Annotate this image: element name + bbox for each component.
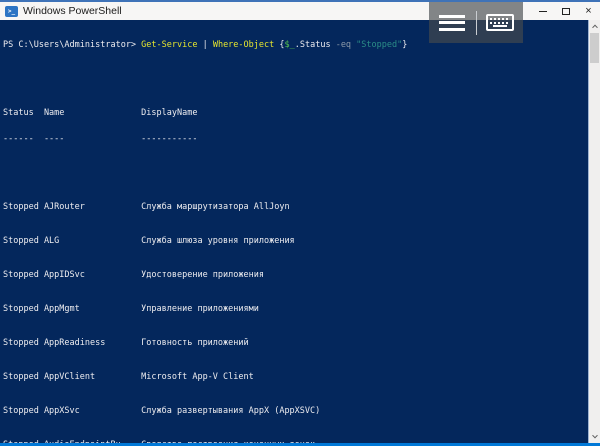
powershell-window: >_ Windows PowerShell × PS C:\Users\Admi…: [0, 0, 600, 446]
table-row: Stopped ALG Служба шлюза уровня приложен…: [3, 237, 588, 246]
table-row: Stopped AudioEndpointBu... Средство пост…: [3, 441, 588, 444]
maximize-icon: [562, 8, 570, 15]
window-title: Windows PowerShell: [23, 5, 122, 17]
minimize-button[interactable]: [531, 2, 554, 20]
row-display-name: Служба маршрутизатора AllJoyn: [141, 203, 289, 212]
row-service-name: AppXSvc: [44, 407, 141, 416]
row-status: Stopped: [3, 237, 44, 246]
close-icon: ×: [585, 6, 591, 17]
prompt: PS C:\Users\Administrator>: [3, 40, 141, 50]
table-header-underline-row: ------ ---- -----------: [3, 135, 588, 144]
table-row: Stopped AJRouter Служба маршрутизатора A…: [3, 203, 588, 212]
scroll-down-icon: [592, 433, 598, 439]
maximize-button[interactable]: [554, 2, 577, 20]
keyboard-icon: [486, 14, 514, 31]
row-service-name: AppVClient: [44, 373, 141, 382]
row-status: Stopped: [3, 407, 44, 416]
row-status: Stopped: [3, 441, 44, 444]
underline-name: ----: [44, 135, 141, 144]
console-output[interactable]: PS C:\Users\Administrator> Get-Service |…: [0, 20, 588, 443]
pipeline-variable: $_: [285, 40, 295, 50]
row-status: Stopped: [3, 271, 44, 280]
cmdlet-get-service: Get-Service: [141, 40, 197, 50]
row-service-name: AppIDSvc: [44, 271, 141, 280]
header-name: Name: [44, 109, 141, 118]
row-display-name: Удостоверение приложения: [141, 271, 264, 280]
row-status: Stopped: [3, 339, 44, 348]
table-row: Stopped AppVClient Microsoft App-V Clien…: [3, 373, 588, 382]
row-display-name: Служба развертывания AppX (AppXSVC): [141, 407, 320, 416]
row-service-name: AppMgmt: [44, 305, 141, 314]
eq-operator: -eq: [331, 40, 357, 50]
close-brace: }: [402, 40, 407, 50]
row-service-name: AJRouter: [44, 203, 141, 212]
header-displayname: DisplayName: [141, 109, 197, 118]
table-row: Stopped AppIDSvc Удостоверение приложени…: [3, 271, 588, 280]
row-display-name: Средство построения конечных точек ...: [141, 441, 335, 444]
row-display-name: Microsoft App-V Client: [141, 373, 254, 382]
service-table-body: Stopped AJRouter Служба маршрутизатора A…: [3, 169, 588, 444]
string-literal: "Stopped": [356, 40, 402, 50]
row-service-name: ALG: [44, 237, 141, 246]
table-header-row: Status Name DisplayName: [3, 109, 588, 118]
table-row: Stopped AppXSvc Служба развертывания App…: [3, 407, 588, 416]
cmdlet-where-object: Where-Object: [213, 40, 274, 50]
window-controls: ×: [531, 2, 600, 20]
table-row: Stopped AppMgmt Управление приложениями: [3, 305, 588, 314]
blank-line: [3, 75, 588, 84]
scroll-down-button[interactable]: [589, 431, 600, 443]
close-button[interactable]: ×: [577, 2, 600, 20]
scrollbar-thumb[interactable]: [590, 33, 599, 63]
underline-displayname: -----------: [141, 135, 197, 144]
powershell-icon: >_: [5, 6, 18, 17]
scroll-up-button[interactable]: [589, 20, 600, 32]
row-status: Stopped: [3, 203, 44, 212]
table-row: Stopped AppReadiness Готовность приложен…: [3, 339, 588, 348]
row-display-name: Управление приложениями: [141, 305, 259, 314]
console-quick-menu-overlay: [429, 2, 523, 43]
property-access: .Status: [295, 40, 331, 50]
row-service-name: AudioEndpointBu...: [44, 441, 141, 444]
row-service-name: AppReadiness: [44, 339, 141, 348]
row-status: Stopped: [3, 305, 44, 314]
row-display-name: Служба шлюза уровня приложения: [141, 237, 295, 246]
open-brace: {: [274, 40, 284, 50]
menu-button[interactable]: [429, 2, 476, 43]
scroll-up-icon: [592, 25, 598, 31]
minimize-icon: [539, 11, 547, 12]
vertical-scrollbar[interactable]: [588, 20, 600, 443]
pipe-operator: |: [197, 40, 212, 50]
header-status: Status: [3, 109, 44, 118]
touch-keyboard-button[interactable]: [477, 2, 524, 43]
powershell-icon-glyph: >_: [8, 8, 15, 15]
hamburger-icon: [439, 15, 465, 31]
row-display-name: Готовность приложений: [141, 339, 248, 348]
row-status: Stopped: [3, 373, 44, 382]
underline-status: ------: [3, 135, 44, 144]
